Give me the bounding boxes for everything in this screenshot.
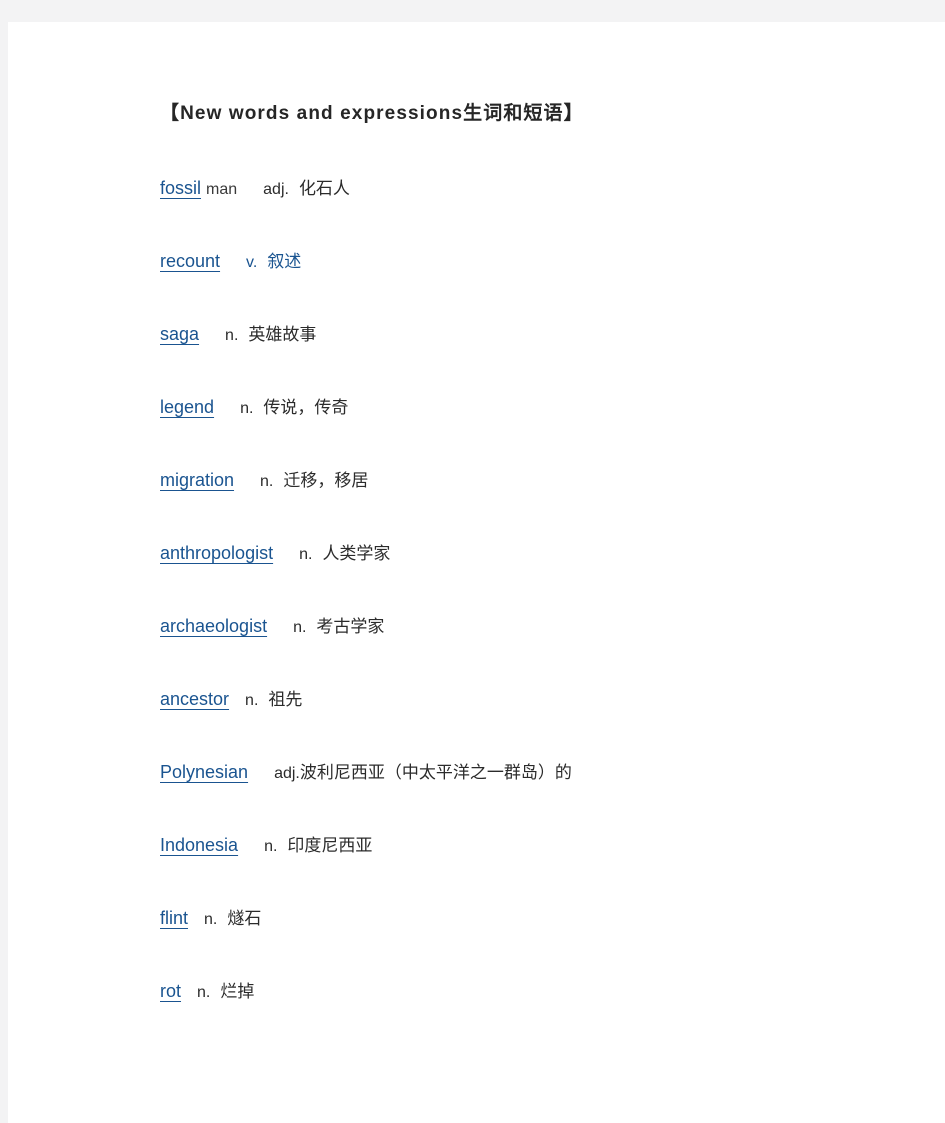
part-of-speech: v.	[246, 254, 258, 271]
document-viewport: 【New words and expressions生词和短语】 fossil m…	[0, 0, 945, 1123]
definition-text: 叙述	[267, 252, 302, 271]
headword-link[interactable]: flint	[160, 908, 188, 928]
part-of-speech: n.	[225, 327, 239, 344]
vocabulary-entry: saga n. 英雄故事	[160, 320, 880, 350]
vocabulary-list: fossil man adj. 化石人 recount v. 叙述 saga n. 英雄故事 leg…	[160, 174, 880, 1007]
part-of-speech: n.	[240, 400, 254, 417]
headword-link[interactable]: rot	[160, 981, 181, 1001]
document-body: 【New words and expressions生词和短语】 fossil m…	[160, 100, 880, 1007]
definition-text: 传说，传奇	[263, 398, 349, 417]
vocabulary-entry: Indonesia n. 印度尼西亚	[160, 831, 880, 861]
headword-link[interactable]: recount	[160, 251, 220, 271]
page-sheet: 【New words and expressions生词和短语】 fossil m…	[8, 22, 945, 1123]
vocabulary-entry: ancestor n. 祖先	[160, 685, 880, 715]
part-of-speech: n.	[260, 473, 274, 490]
definition-text: 祖先	[268, 690, 303, 709]
vocabulary-entry: fossil man adj. 化石人	[160, 174, 880, 204]
headword-link[interactable]: archaeologist	[160, 616, 267, 636]
part-of-speech: n.	[299, 546, 313, 563]
definition-text: 人类学家	[322, 544, 391, 563]
part-of-speech: adj.	[263, 181, 289, 198]
definition-text: 燧石	[227, 909, 262, 928]
part-of-speech: n.	[197, 984, 211, 1001]
part-of-speech: n.	[245, 692, 259, 709]
headword-link[interactable]: anthropologist	[160, 543, 273, 563]
headword-extra-word: man	[206, 181, 238, 198]
vocabulary-entry: anthropologist n. 人类学家	[160, 539, 880, 569]
part-of-speech: n.	[204, 911, 218, 928]
vocabulary-entry: flint n. 燧石	[160, 904, 880, 934]
headword-link[interactable]: Indonesia	[160, 835, 238, 855]
definition-text: 考古学家	[316, 617, 385, 636]
headword-link[interactable]: ancestor	[160, 689, 229, 709]
definition-text: 英雄故事	[248, 325, 317, 344]
headword-link[interactable]: saga	[160, 324, 199, 344]
vocabulary-entry: migration n. 迁移，移居	[160, 466, 880, 496]
vocabulary-entry: rot n. 烂掉	[160, 977, 880, 1007]
definition-text: 化石人	[298, 179, 350, 198]
headword-link[interactable]: fossil	[160, 178, 201, 198]
headword-link[interactable]: legend	[160, 397, 214, 417]
definition-text: 波利尼西亚（中太平洋之一群岛）的	[299, 763, 572, 782]
definition-text: 迁移，移居	[283, 471, 369, 490]
headword-link[interactable]: Polynesian	[160, 762, 248, 782]
page-title: 【New words and expressions生词和短语】	[160, 103, 584, 124]
vocabulary-entry: Polynesian adj.波利尼西亚（中太平洋之一群岛）的	[160, 758, 880, 788]
vocabulary-entry: recount v. 叙述	[160, 247, 880, 277]
part-of-speech: adj.	[274, 765, 300, 782]
part-of-speech: n.	[293, 619, 307, 636]
vocabulary-entry: archaeologist n. 考古学家	[160, 612, 880, 642]
vocabulary-entry: legend n. 传说，传奇	[160, 393, 880, 423]
part-of-speech: n.	[264, 838, 278, 855]
definition-text: 印度尼西亚	[287, 836, 373, 855]
definition-text: 烂掉	[220, 982, 255, 1001]
headword-link[interactable]: migration	[160, 470, 234, 490]
